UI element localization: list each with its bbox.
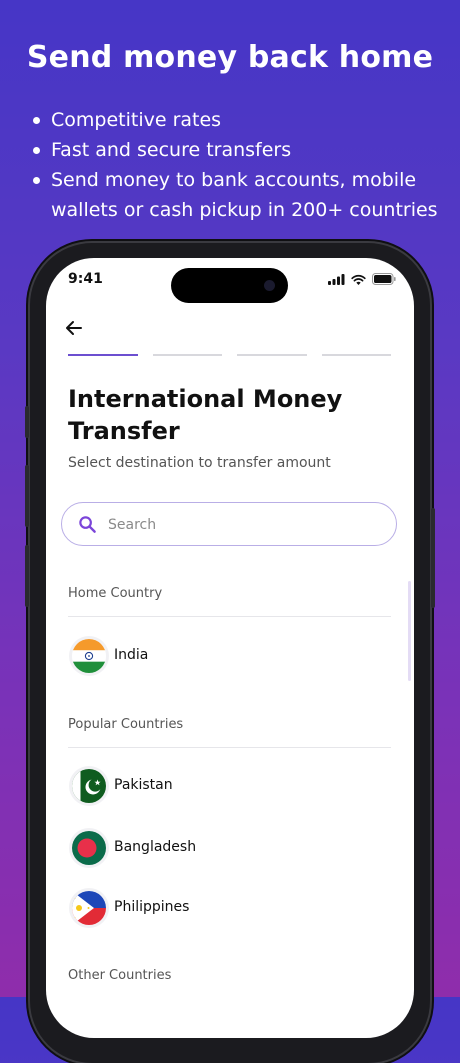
pakistan-flag-icon — [72, 769, 106, 803]
search-field[interactable] — [61, 502, 397, 546]
status-time: 9:41 — [68, 271, 103, 287]
progress-step — [237, 354, 307, 356]
phone-frame: 9:41 International Money Transfer Select… — [25, 243, 435, 1063]
promo-bullet: Competitive rates — [30, 105, 450, 135]
progress-step-active — [68, 354, 138, 356]
progress-step — [321, 354, 391, 356]
page-title: International Money Transfer — [68, 385, 343, 445]
status-icons — [328, 273, 396, 285]
progress-step — [152, 354, 222, 356]
philippines-flag-icon — [72, 891, 106, 925]
divider — [68, 616, 391, 617]
phone-power-button — [431, 508, 435, 608]
country-name: Pakistan — [114, 777, 173, 793]
divider — [68, 747, 391, 748]
promo-bullet: Fast and secure transfers — [30, 135, 450, 165]
country-row-india[interactable]: India — [68, 634, 391, 678]
scrollbar[interactable] — [408, 581, 411, 681]
section-header-other: Other Countries — [68, 968, 172, 983]
country-name: India — [114, 647, 149, 663]
phone-mute-switch — [25, 406, 29, 438]
search-input[interactable] — [106, 512, 380, 538]
country-name: Bangladesh — [114, 839, 197, 855]
phone-volume-up-button — [25, 465, 29, 527]
promo-bullet: Send money to bank accounts, mobile wall… — [30, 165, 450, 225]
india-flag-icon — [72, 639, 106, 673]
country-name: Philippines — [114, 899, 190, 915]
page-subtitle: Select destination to transfer amount — [68, 455, 331, 471]
promo-bullets: Competitive rates Fast and secure transf… — [30, 105, 450, 225]
bangladesh-flag-icon — [72, 831, 106, 865]
phone-volume-down-button — [25, 545, 29, 607]
back-arrow-icon[interactable] — [62, 316, 86, 340]
country-row-bangladesh[interactable]: Bangladesh — [68, 826, 391, 870]
country-row-philippines[interactable]: Philippines — [68, 886, 391, 930]
section-header-home: Home Country — [68, 586, 163, 601]
battery-icon — [372, 273, 396, 285]
front-camera — [264, 280, 275, 291]
search-icon — [79, 516, 96, 533]
dynamic-island — [171, 268, 288, 303]
country-row-pakistan[interactable]: Pakistan — [68, 764, 391, 808]
section-header-popular: Popular Countries — [68, 717, 184, 732]
progress-steps — [68, 354, 391, 356]
promo-title: Send money back home — [26, 40, 434, 75]
app-screen: 9:41 International Money Transfer Select… — [46, 258, 414, 1038]
wifi-icon — [351, 274, 366, 285]
cellular-signal-icon — [328, 273, 345, 285]
